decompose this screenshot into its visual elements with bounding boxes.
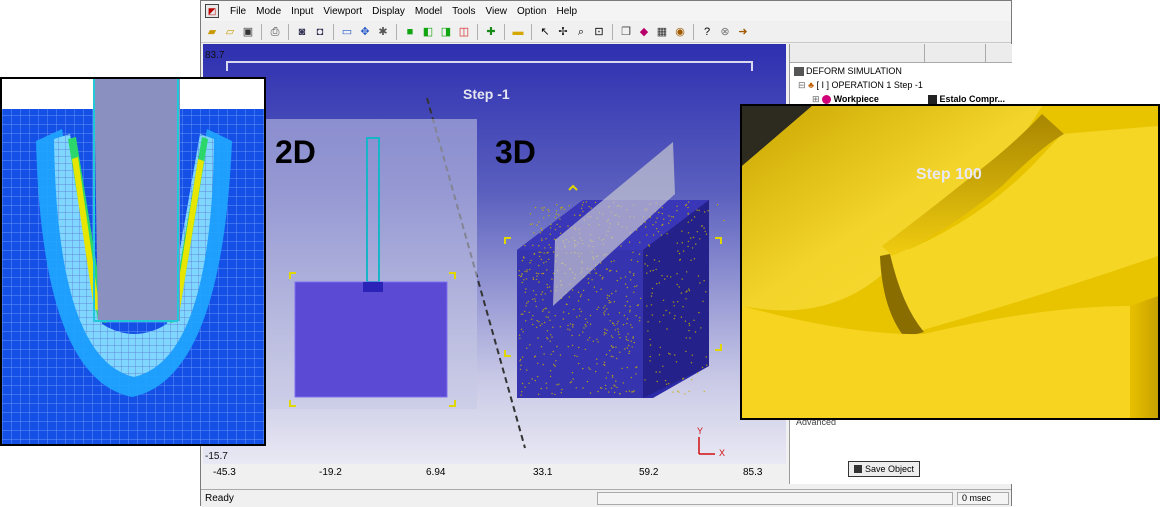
x-tick: 6.94 [426,467,446,478]
state-icon [928,95,937,105]
axis-y-label: Y [697,426,704,436]
camera-icon[interactable]: ◙ [294,24,310,40]
green-cube-icon[interactable]: ■ [402,24,418,40]
x-tick: 33.1 [533,467,553,478]
save-icon [853,465,862,473]
progress-box [597,492,953,505]
exit-icon[interactable]: ➜ [735,24,751,40]
collapse-icon[interactable]: ⊟ [798,80,806,90]
toolbar-separator [288,23,289,40]
tree-header-cell [790,44,925,62]
label-3d: 3D [495,134,536,170]
status-text: Ready [205,493,234,504]
snapshot-icon[interactable]: ◘ [312,24,328,40]
bug-icon[interactable]: ✱ [375,24,391,40]
workpiece-icon [822,95,832,105]
open-file-icon[interactable]: ▱ [222,24,238,40]
object-icon[interactable]: ◉ [672,24,688,40]
menu-display[interactable]: Display [367,6,410,17]
help-pointer-icon[interactable]: ? [699,24,715,40]
tree-operation[interactable]: ⊟ ♣ [ I ] OPERATION 1 Step -1 [798,80,923,91]
toolbar-separator [333,23,334,40]
x-axis-ticks: -45.3 -19.2 6.94 33.1 59.2 85.3 [201,465,786,481]
tree-workpiece-state: Estalo Compr... [928,94,1005,105]
print-icon[interactable]: ⎙ [267,24,283,40]
toolbar: ▰ ▱ ▣ ⎙ ◙ ◘ ▭ ✥ ✱ ■ ◧ ◨ ◫ ✚ ▬ ↖ ✢ ⌕ ⊡ ❒ … [201,21,1011,43]
menu-mode[interactable]: Mode [251,6,286,17]
stop-icon[interactable]: ⊗ [717,24,733,40]
x-tick: 85.3 [743,467,763,478]
menu-option[interactable]: Option [512,6,551,17]
tree-root[interactable]: DEFORM SIMULATION [794,66,902,77]
green-cubes-icon[interactable]: ◧ [420,24,436,40]
axis-x-label: X [719,448,726,458]
toolbar-separator [504,23,505,40]
menu-tools[interactable]: Tools [447,6,480,17]
simulation-icon [794,67,804,77]
result-3d-view [742,106,1158,418]
menu-input[interactable]: Input [286,6,318,17]
tree-header [790,44,1012,63]
menu-model[interactable]: Model [410,6,447,17]
step-label: Step -1 [463,86,510,102]
menu-file[interactable]: File [225,6,251,17]
save-icon[interactable]: ▣ [240,24,256,40]
menu-view[interactable]: View [481,6,513,17]
app-icon: ◩ [205,4,219,18]
toolbar-separator [261,23,262,40]
expand-icon[interactable]: ⊞ [812,94,820,104]
color-icon[interactable]: ◆ [636,24,652,40]
add-object-icon[interactable]: ✚ [483,24,499,40]
copy-cube-icon[interactable]: ◨ [438,24,454,40]
ruler-icon[interactable]: ▬ [510,24,526,40]
toolbar-separator [396,23,397,40]
menu-bar: ◩ File Mode Input Viewport Display Model… [201,1,1011,21]
status-bar: Ready 0 msec [201,489,1011,507]
tree-header-cell [925,44,986,62]
window-icon[interactable]: ▭ [339,24,355,40]
pan-icon[interactable]: ✢ [555,24,571,40]
toolbar-separator [612,23,613,40]
cubes-icon[interactable]: ❒ [618,24,634,40]
x-tick: -19.2 [319,467,342,478]
move-icon[interactable]: ✥ [357,24,373,40]
inset-2d-mesh [0,77,266,446]
x-tick: -45.3 [213,467,236,478]
mesh-2d-view [2,79,264,444]
timing-box: 0 msec [957,492,1009,505]
step-100-label: Step 100 [916,166,982,183]
open-folder-icon[interactable]: ▰ [204,24,220,40]
menu-viewport[interactable]: Viewport [318,6,367,17]
toolbar-separator [693,23,694,40]
save-object-button[interactable]: Save Object [848,461,920,477]
inset-3d-result: Step 100 [740,104,1160,420]
zoom-icon[interactable]: ⌕ [573,24,589,40]
pointer-icon[interactable]: ↖ [537,24,553,40]
viewport-scene [226,61,753,455]
toolbar-separator [477,23,478,40]
zoom-box-icon[interactable]: ⊡ [591,24,607,40]
label-2d: 2D [275,134,316,170]
menu-help[interactable]: Help [552,6,583,17]
x-tick: 59.2 [639,467,659,478]
red-cube-icon[interactable]: ◫ [456,24,472,40]
toolbar-separator [531,23,532,40]
grid-icon[interactable]: ▦ [654,24,670,40]
graphics-viewport[interactable]: 83.7 -15.7 Step -1 2D 3D Y X [203,44,786,464]
operation-icon: ♣ [808,80,814,90]
